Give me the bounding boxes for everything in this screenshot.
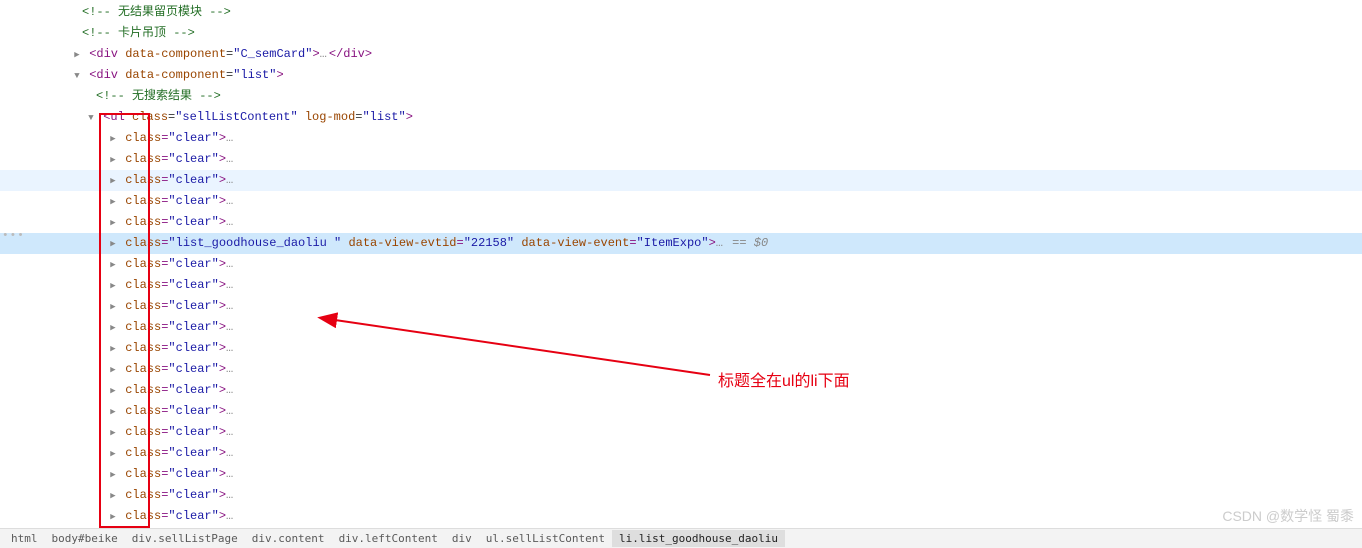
expand-arrow-icon[interactable]: ▶ [108, 300, 118, 316]
expand-arrow-icon[interactable]: ▶ [108, 405, 118, 421]
collapse-arrow-icon[interactable]: ▼ [86, 111, 96, 127]
dom-node-li[interactable]: ▶ class="clear">… [0, 380, 1362, 401]
expand-arrow-icon[interactable]: ▶ [108, 174, 118, 190]
dom-node-li[interactable]: ▶ class="list_goodhouse_daoliu " data-vi… [0, 233, 1362, 254]
breadcrumb[interactable]: htmlbody#beikediv.sellListPagediv.conten… [0, 528, 1362, 548]
breadcrumb-item[interactable]: body#beike [45, 530, 125, 547]
expand-arrow-icon[interactable]: ▶ [108, 426, 118, 442]
breadcrumb-item[interactable]: div.sellListPage [125, 530, 245, 547]
expand-arrow-icon[interactable]: ▶ [108, 510, 118, 526]
comment-line: <!-- 无搜索结果 --> [0, 86, 1362, 107]
dom-node-li[interactable]: ▶ class="clear">… [0, 485, 1362, 506]
collapse-arrow-icon[interactable]: ▼ [72, 69, 82, 85]
breadcrumb-item[interactable]: html [4, 530, 45, 547]
expand-arrow-icon[interactable]: ▶ [108, 321, 118, 337]
dom-node-li[interactable]: ▶ class="clear">… [0, 506, 1362, 527]
dom-node-li[interactable]: ▶ class="clear">… [0, 338, 1362, 359]
expand-arrow-icon[interactable]: ▶ [108, 447, 118, 463]
breadcrumb-item[interactable]: div [445, 530, 479, 547]
dom-node-li[interactable]: ▶ class="clear">… [0, 359, 1362, 380]
dom-tree: <!-- 无结果留页模块 --> <!-- 卡片吊顶 --> ▶ <div da… [0, 0, 1362, 527]
comment-line: <!-- 卡片吊顶 --> [0, 23, 1362, 44]
expand-arrow-icon[interactable]: ▶ [108, 132, 118, 148]
expand-arrow-icon[interactable]: ▶ [108, 279, 118, 295]
dom-node-li[interactable]: ▶ class="clear">… [0, 275, 1362, 296]
expand-arrow-icon[interactable]: ▶ [108, 489, 118, 505]
dom-node-li[interactable]: ▶ class="clear">… [0, 296, 1362, 317]
breadcrumb-item[interactable]: li.list_goodhouse_daoliu [612, 530, 785, 547]
dom-node-div[interactable]: ▶ <div data-component="C_semCard">…</div… [0, 44, 1362, 65]
expand-arrow-icon[interactable]: ▶ [108, 195, 118, 211]
expand-arrow-icon[interactable]: ▶ [72, 48, 82, 64]
dom-node-li[interactable]: ▶ class="clear">… [0, 401, 1362, 422]
annotation-label: 标题全在ul的li下面 [718, 367, 850, 391]
comment-line: <!-- 无结果留页模块 --> [0, 2, 1362, 23]
breadcrumb-item[interactable]: div.content [245, 530, 332, 547]
dom-node-li[interactable]: ▶ class="clear">… [0, 317, 1362, 338]
dom-node-li[interactable]: ▶ class="clear">… [0, 170, 1362, 191]
dom-node-li[interactable]: ▶ class="clear">… [0, 254, 1362, 275]
expand-arrow-icon[interactable]: ▶ [108, 216, 118, 232]
expand-arrow-icon[interactable]: ▶ [108, 363, 118, 379]
dom-node-li[interactable]: ▶ class="clear">… [0, 443, 1362, 464]
dom-node-li[interactable]: ▶ class="clear">… [0, 149, 1362, 170]
dom-node-li[interactable]: ▶ class="clear">… [0, 464, 1362, 485]
dom-node-li[interactable]: ▶ class="clear">… [0, 191, 1362, 212]
expand-arrow-icon[interactable]: ▶ [108, 237, 118, 253]
breadcrumb-item[interactable]: ul.sellListContent [479, 530, 612, 547]
expand-arrow-icon[interactable]: ▶ [108, 258, 118, 274]
dom-node-li[interactable]: ▶ class="clear">… [0, 128, 1362, 149]
expand-arrow-icon[interactable]: ▶ [108, 384, 118, 400]
gutter-menu-icon[interactable]: ••• [2, 230, 25, 242]
expand-arrow-icon[interactable]: ▶ [108, 468, 118, 484]
dom-node-li[interactable]: ▶ class="clear">… [0, 422, 1362, 443]
dom-node-li[interactable]: ▶ class="clear">… [0, 212, 1362, 233]
breadcrumb-item[interactable]: div.leftContent [332, 530, 445, 547]
dom-node-ul[interactable]: ▼ <ul class="sellListContent" log-mod="l… [0, 107, 1362, 128]
expand-arrow-icon[interactable]: ▶ [108, 153, 118, 169]
expand-arrow-icon[interactable]: ▶ [108, 342, 118, 358]
dom-node-div[interactable]: ▼ <div data-component="list"> [0, 65, 1362, 86]
